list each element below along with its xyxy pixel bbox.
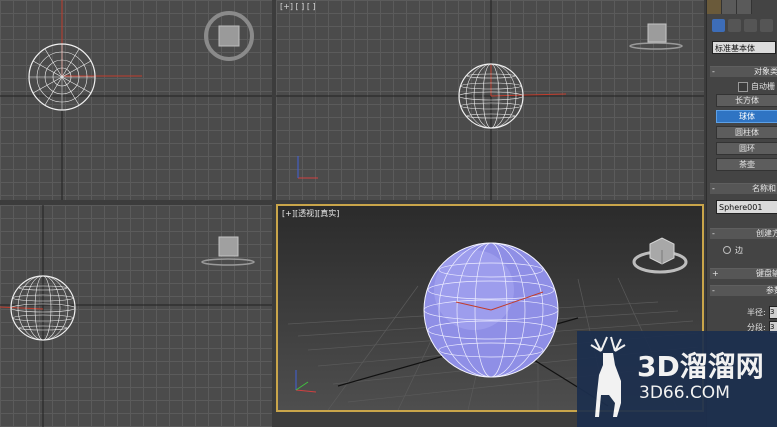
viewport-front[interactable]: [+] [ ] [ ] <box>276 0 704 200</box>
autogrid-label: 自动栅 <box>751 82 775 91</box>
category-dropdown[interactable]: 标准基本体 <box>712 41 776 54</box>
viewport-left-scene <box>0 205 272 427</box>
rollout-keyboard-entry-title: 键盘输 <box>756 269 777 278</box>
rollout-object-type-title: 对象类 <box>754 67 777 76</box>
rollout-collapse-icon: - <box>712 184 715 193</box>
rollout-creation-method[interactable]: - 创建方 <box>710 228 777 239</box>
viewport-top-scene <box>0 0 272 200</box>
deer-logo-icon <box>590 336 626 417</box>
teapot-button[interactable]: 茶壶 <box>716 158 777 171</box>
cameras-icon[interactable] <box>760 19 773 32</box>
edge-radio-label: 边 <box>735 246 743 255</box>
axis-tripod-perspective <box>295 370 317 393</box>
rollout-collapse-icon: - <box>712 286 715 295</box>
viewport-front-scene <box>276 0 704 200</box>
viewcube-perspective[interactable] <box>632 237 688 274</box>
max-workspace: [+] [ ] [ ] [+][透视][真实] 标准基本体 - 对象类 自动栅 … <box>0 0 777 427</box>
modify-tab-icon[interactable] <box>722 0 737 14</box>
watermark-url: 3D66.COM <box>639 383 730 403</box>
viewcube-left[interactable] <box>201 236 255 266</box>
viewcube-top[interactable] <box>204 11 254 61</box>
axis-tripod-front <box>297 156 318 179</box>
sphere-wireframe-top[interactable] <box>28 43 96 111</box>
watermark-title: 3D溜溜网 <box>637 350 764 383</box>
sphere-button[interactable]: 球体 <box>716 110 777 123</box>
viewport-left[interactable] <box>0 205 272 427</box>
rollout-collapse-icon: - <box>712 229 715 238</box>
rollout-creation-method-title: 创建方 <box>756 229 777 238</box>
lights-icon[interactable] <box>744 19 757 32</box>
viewport-top[interactable] <box>0 0 272 200</box>
viewcube-front[interactable] <box>629 23 683 50</box>
rollout-object-type[interactable]: - 对象类 <box>710 66 777 77</box>
radius-spinner[interactable]: 3 <box>769 306 777 319</box>
radius-label: 半径: <box>747 308 766 317</box>
create-tab-icon[interactable] <box>707 0 722 14</box>
box-button[interactable]: 长方体 <box>716 94 777 107</box>
rollout-keyboard-entry[interactable]: + 键盘输 <box>710 268 777 279</box>
rollout-parameters-title: 参数 <box>766 286 777 295</box>
cylinder-button[interactable]: 圆柱体 <box>716 126 777 139</box>
geometry-icon[interactable] <box>712 19 725 32</box>
rollout-collapse-icon: - <box>712 67 715 76</box>
rollout-name-color[interactable]: - 名称和 <box>710 183 777 194</box>
shapes-icon[interactable] <box>728 19 741 32</box>
watermark: 3D溜溜网 3D66.COM <box>577 331 777 427</box>
object-name-field[interactable]: Sphere001 <box>716 200 777 214</box>
rollout-expand-icon: + <box>712 269 719 278</box>
autogrid-checkbox[interactable] <box>738 82 748 92</box>
hierarchy-tab-icon[interactable] <box>737 0 752 14</box>
torus-button[interactable]: 圆环 <box>716 142 777 155</box>
edge-radio[interactable] <box>723 246 731 254</box>
rollout-name-color-title: 名称和 <box>752 184 776 193</box>
rollout-parameters[interactable]: - 参数 <box>710 285 777 296</box>
